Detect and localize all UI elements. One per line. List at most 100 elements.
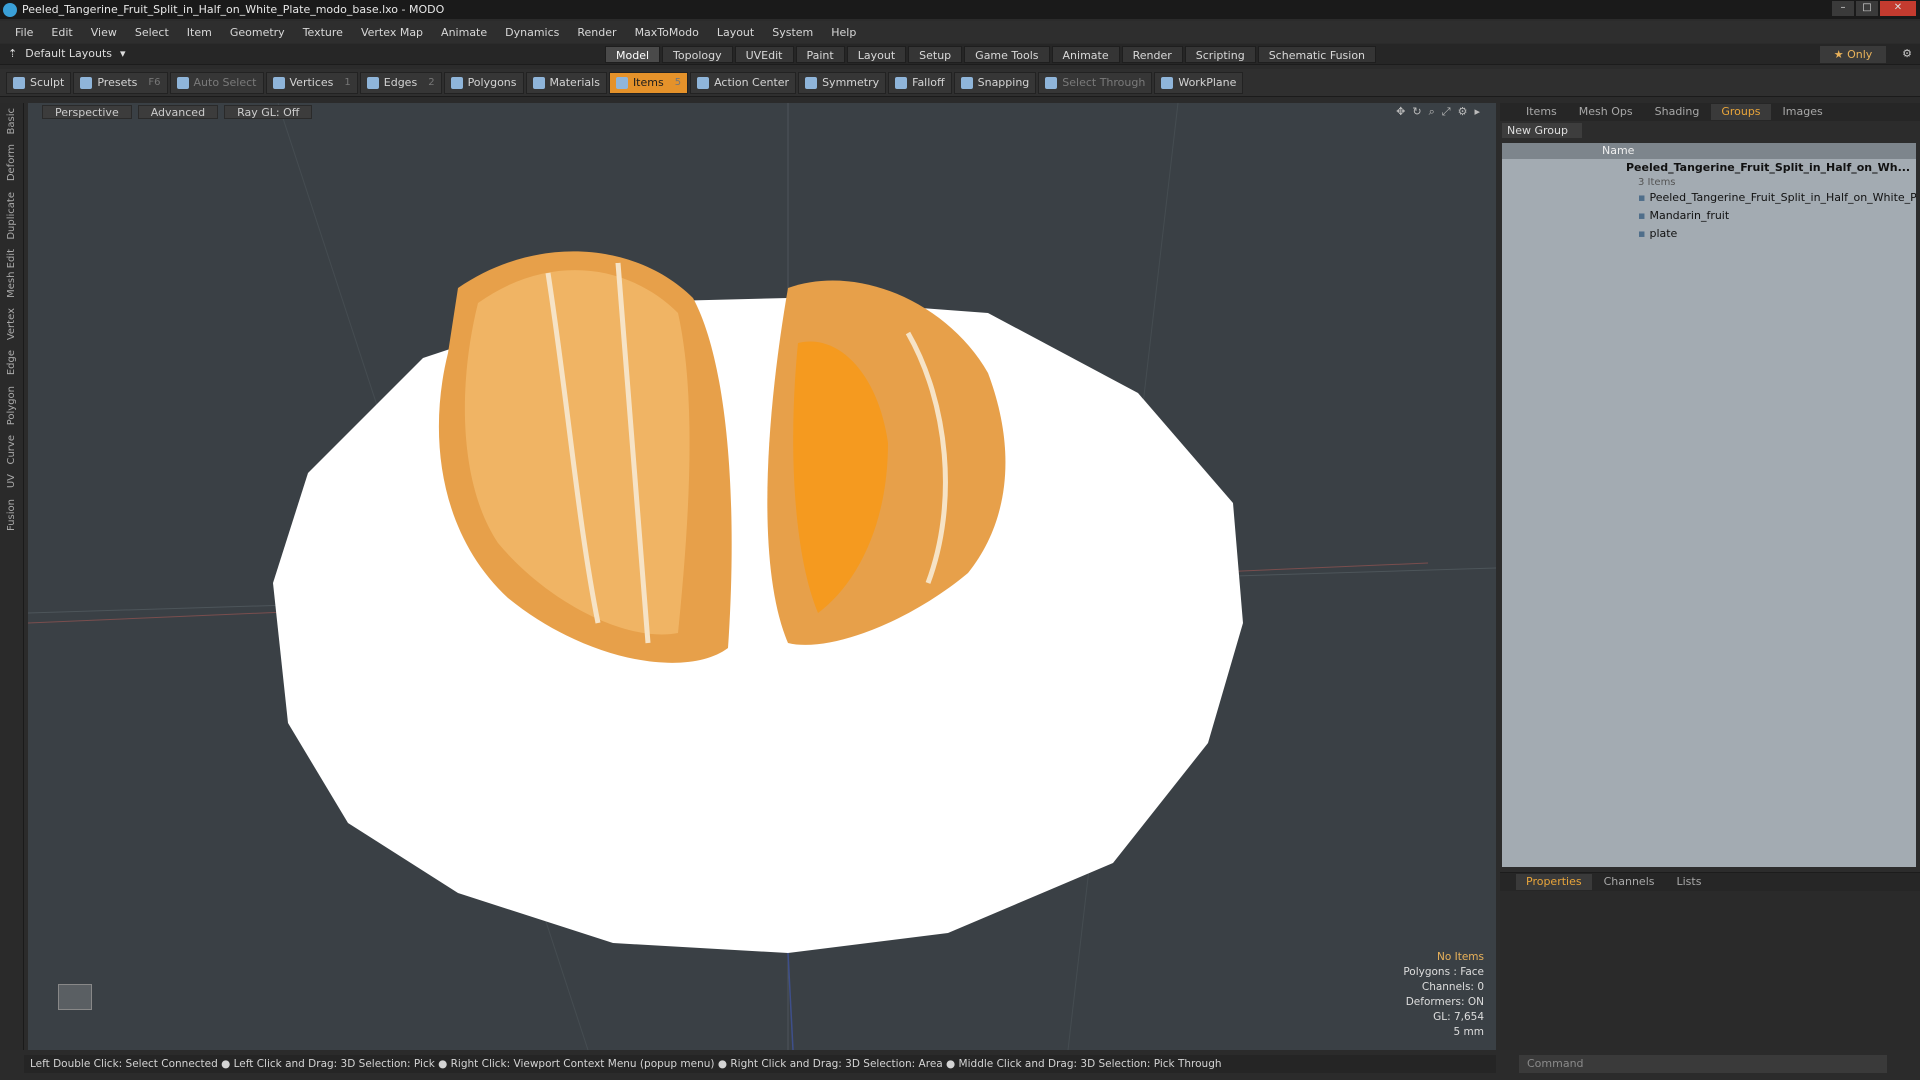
viewport-header: Perspective Advanced Ray GL: Off: [28, 103, 1496, 120]
menu-texture[interactable]: Texture: [294, 26, 352, 39]
symmetry-button[interactable]: Symmetry: [798, 71, 887, 94]
window-controls: – □ ✕: [1832, 1, 1916, 16]
move-icon[interactable]: ✥: [1396, 105, 1405, 119]
side-tab-polygon[interactable]: Polygon: [6, 381, 17, 430]
materials-icon: [532, 76, 545, 89]
group-child-item[interactable]: Mandarin_fruit: [1502, 207, 1916, 225]
viewport-nav-icons: ✥ ↻ ⌕ ⤢ ⚙ ▸: [1396, 105, 1480, 119]
shortcut-key: F6: [148, 77, 161, 88]
arrow-right-icon[interactable]: ▸: [1474, 105, 1480, 119]
polygons-button[interactable]: Polygons: [443, 71, 524, 94]
tool-label: Action Center: [714, 76, 790, 89]
items-button[interactable]: Items 5: [608, 71, 689, 94]
view-advanced-button[interactable]: Advanced: [137, 104, 219, 119]
menu-help[interactable]: Help: [822, 26, 865, 39]
side-tab-mesh-edit[interactable]: Mesh Edit: [6, 244, 17, 303]
tab-mesh-ops[interactable]: Mesh Ops: [1569, 104, 1643, 120]
side-tab-basic[interactable]: Basic: [6, 103, 17, 139]
tool-label: Snapping: [977, 76, 1030, 89]
rotate-icon[interactable]: ↻: [1412, 105, 1421, 119]
side-tab-edge[interactable]: Edge: [6, 345, 17, 380]
minimize-icon[interactable]: –: [1832, 1, 1854, 16]
tool-label: Select Through: [1062, 76, 1146, 89]
materials-button[interactable]: Materials: [525, 71, 607, 94]
tab-paint[interactable]: Paint: [795, 46, 845, 63]
groups-panel: Items Mesh Ops Shading Groups Images New Gro…: [1500, 103, 1920, 875]
tab-game-tools[interactable]: Game Tools: [964, 46, 1050, 63]
presets-button[interactable]: Presets F6: [73, 71, 168, 94]
tool-label: Auto Select: [193, 76, 257, 89]
tab-render[interactable]: Render: [1121, 46, 1183, 63]
snapping-button[interactable]: Snapping: [953, 71, 1037, 94]
maximize-icon[interactable]: □: [1856, 1, 1878, 16]
menu-geometry[interactable]: Geometry: [221, 26, 294, 39]
edges-button[interactable]: Edges 2: [359, 71, 442, 94]
tool-label: Vertices: [289, 76, 334, 89]
3d-viewport[interactable]: Perspective Advanced Ray GL: Off ✥ ↻ ⌕ ⤢…: [28, 103, 1496, 1050]
tab-items[interactable]: Items: [1516, 104, 1567, 120]
tab-setup[interactable]: Setup: [908, 46, 963, 63]
menu-system[interactable]: System: [763, 26, 822, 39]
sculpt-button[interactable]: Sculpt: [6, 71, 72, 94]
group-child-item[interactable]: Peeled_Tangerine_Fruit_Split_in_Half_on_…: [1502, 189, 1916, 207]
layout-bar: ⇡ Default Layouts ▾ Model Topology UVEdit P…: [0, 44, 1920, 65]
menu-file[interactable]: File: [6, 26, 42, 39]
falloff-button[interactable]: Falloff: [888, 71, 952, 94]
zoom-icon[interactable]: ⌕: [1429, 105, 1435, 119]
side-tab-curve[interactable]: Curve: [6, 430, 17, 470]
close-icon[interactable]: ✕: [1880, 1, 1916, 16]
tab-shading[interactable]: Shading: [1645, 104, 1710, 120]
select-through-button[interactable]: Select Through: [1038, 71, 1153, 94]
command-input[interactable]: Command: [1519, 1055, 1887, 1073]
group-child-item[interactable]: plate: [1502, 225, 1916, 243]
side-tab-duplicate[interactable]: Duplicate: [6, 187, 17, 245]
menu-render[interactable]: Render: [568, 26, 625, 39]
tool-label: Sculpt: [30, 76, 65, 89]
window-title: Peeled_Tangerine_Fruit_Split_in_Half_on_…: [22, 3, 445, 16]
side-tab-vertex[interactable]: Vertex: [6, 303, 17, 345]
menu-layout[interactable]: Layout: [708, 26, 763, 39]
tab-animate[interactable]: Animate: [1051, 46, 1120, 63]
workplane-button[interactable]: WorkPlane: [1154, 71, 1244, 94]
tab-layout[interactable]: Layout: [846, 46, 907, 63]
layout-icon: ⇡: [8, 47, 18, 60]
menu-edit[interactable]: Edit: [42, 26, 81, 39]
stat-line: Channels: 0: [1421, 981, 1484, 993]
side-tab-fusion[interactable]: Fusion: [6, 494, 17, 536]
default-layouts-dropdown[interactable]: ⇡ Default Layouts ▾: [8, 47, 126, 60]
action-center-button[interactable]: Action Center: [690, 71, 797, 94]
tab-channels[interactable]: Channels: [1594, 874, 1665, 890]
menu-animate[interactable]: Animate: [432, 26, 496, 39]
tool-label: Symmetry: [822, 76, 880, 89]
auto-select-button[interactable]: Auto Select: [169, 71, 264, 94]
tab-uvedit[interactable]: UVEdit: [734, 46, 794, 63]
menu-vertex-map[interactable]: Vertex Map: [352, 26, 432, 39]
side-tab-deform[interactable]: Deform: [6, 139, 17, 186]
only-button[interactable]: ★ Only: [1820, 46, 1886, 63]
menu-select[interactable]: Select: [126, 26, 178, 39]
name-column-header: Name: [1502, 143, 1916, 159]
menu-maxtomodo[interactable]: MaxToModo: [626, 26, 708, 39]
bottom-panel-tabs: Properties Channels Lists: [1500, 873, 1920, 891]
scene-stats: No Items Polygons : Face Channels: 0 Defor…: [1403, 951, 1484, 1038]
fit-icon[interactable]: ⤢: [1442, 105, 1451, 119]
settings-icon[interactable]: ⚙: [1458, 105, 1468, 119]
gear-icon[interactable]: ⚙: [1902, 47, 1912, 60]
tab-scripting[interactable]: Scripting: [1184, 46, 1256, 63]
menu-dynamics[interactable]: Dynamics: [496, 26, 568, 39]
group-root-item[interactable]: Peeled_Tangerine_Fruit_Split_in_Half_on_…: [1502, 159, 1916, 177]
tab-topology[interactable]: Topology: [662, 46, 733, 63]
menu-item[interactable]: Item: [178, 26, 221, 39]
ray-gl-button[interactable]: Ray GL: Off: [224, 104, 313, 119]
view-perspective-button[interactable]: Perspective: [42, 104, 132, 119]
side-tab-uv[interactable]: UV: [6, 469, 17, 493]
tab-properties[interactable]: Properties: [1516, 874, 1592, 890]
tab-schematic-fusion[interactable]: Schematic Fusion: [1257, 46, 1377, 63]
tab-model[interactable]: Model: [605, 46, 661, 63]
vertices-button[interactable]: Vertices 1: [265, 71, 358, 94]
menu-view[interactable]: View: [82, 26, 126, 39]
new-group-button[interactable]: New Group: [1502, 123, 1582, 138]
tab-lists[interactable]: Lists: [1667, 874, 1712, 890]
tab-groups[interactable]: Groups: [1711, 104, 1771, 120]
tab-images[interactable]: Images: [1773, 104, 1833, 120]
